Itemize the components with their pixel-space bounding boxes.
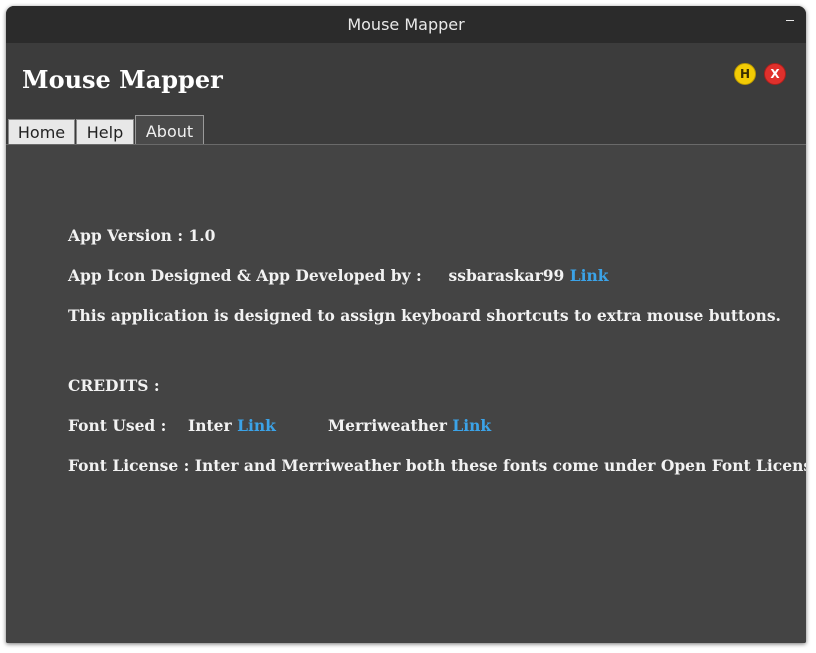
font-used-row: Font Used : Inter Link Merriweather Link [68, 416, 768, 438]
about-panel: App Version : 1.0 App Icon Designed & Ap… [6, 145, 806, 643]
tab-about[interactable]: About [135, 115, 204, 146]
developer-name: ssbaraskar99 [448, 266, 565, 285]
tab-help[interactable]: Help [76, 119, 134, 145]
font-used-label: Font Used : [68, 416, 167, 435]
credits-heading: CREDITS : [68, 376, 160, 395]
font-inter-name: Inter [188, 416, 232, 435]
font-merriweather-link[interactable]: Link [452, 416, 491, 435]
font-inter-link[interactable]: Link [237, 416, 276, 435]
help-button[interactable]: H [734, 63, 756, 85]
tab-home[interactable]: Home [8, 119, 75, 145]
developer-link[interactable]: Link [570, 266, 609, 285]
app-window: Mouse Mapper Mouse Mapper H X Home Help … [6, 6, 806, 643]
app-header: Mouse Mapper H X [6, 43, 806, 115]
app-title: Mouse Mapper [22, 65, 223, 94]
window-title: Mouse Mapper [347, 15, 465, 34]
minimize-button[interactable] [786, 20, 794, 21]
font-merriweather-name: Merriweather [328, 416, 447, 435]
app-description: This application is designed to assign k… [68, 306, 781, 325]
close-button[interactable]: X [764, 63, 786, 85]
tab-bar: Home Help About [6, 115, 806, 146]
app-version: App Version : 1.0 [68, 226, 216, 245]
window-titlebar[interactable]: Mouse Mapper [6, 6, 806, 43]
developer-row: App Icon Designed & App Developed by : s… [68, 266, 609, 288]
developer-label: App Icon Designed & App Developed by : [68, 266, 422, 285]
font-license: Font License : Inter and Merriweather bo… [68, 456, 806, 475]
